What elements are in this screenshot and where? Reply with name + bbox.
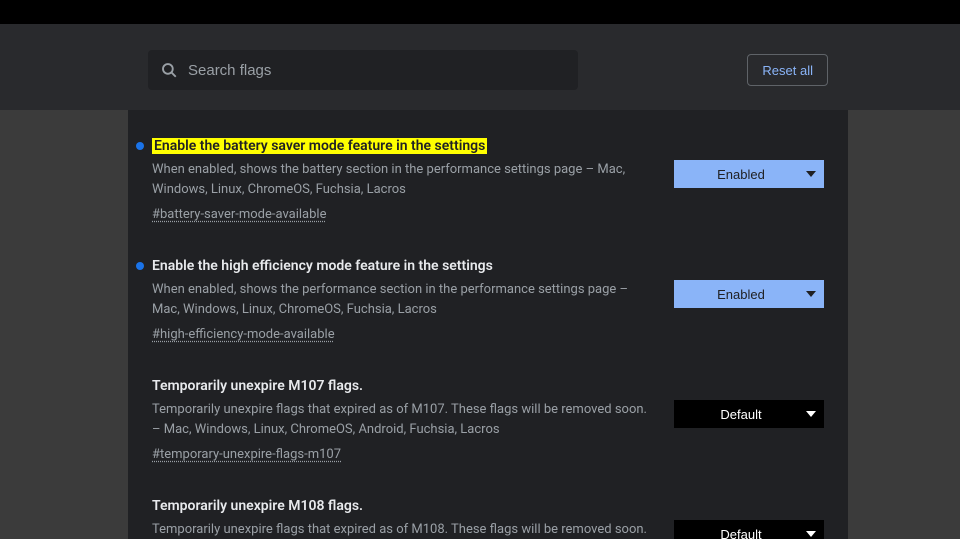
flag-row: Enable the high efficiency mode feature … <box>152 258 824 342</box>
flag-text: Temporarily unexpire M108 flags. Temporar… <box>152 498 650 539</box>
flags-panel: Enable the battery saver mode feature in… <box>128 110 848 539</box>
modified-dot-icon <box>136 142 144 150</box>
search-row: Reset all <box>0 38 960 110</box>
flag-select[interactable]: Default <box>674 520 824 539</box>
flag-select-wrap: Default <box>674 378 824 428</box>
flag-title[interactable]: Enable the battery saver mode feature in… <box>152 138 487 154</box>
header-spacer <box>0 24 960 38</box>
flag-select-wrap: Enabled <box>674 138 824 188</box>
search-icon <box>160 61 178 79</box>
search-input[interactable] <box>148 50 578 90</box>
flag-description: When enabled, shows the battery section … <box>152 160 650 199</box>
flag-text: Enable the high efficiency mode feature … <box>152 258 650 342</box>
flag-title[interactable]: Temporarily unexpire M107 flags. <box>152 378 363 394</box>
window-titlebar <box>0 0 960 24</box>
flag-title-row: Enable the battery saver mode feature in… <box>136 138 650 154</box>
flag-row: Temporarily unexpire M107 flags. Temporar… <box>152 378 824 462</box>
flag-title-row: Temporarily unexpire M107 flags. <box>136 378 650 394</box>
flag-title[interactable]: Temporarily unexpire M108 flags. <box>152 498 363 514</box>
flag-row: Enable the battery saver mode feature in… <box>152 138 824 222</box>
flag-select-wrap: Enabled <box>674 258 824 308</box>
flag-title-row: Temporarily unexpire M108 flags. <box>136 498 650 514</box>
flag-select[interactable]: Enabled <box>674 160 824 188</box>
flag-select[interactable]: Enabled <box>674 280 824 308</box>
flag-description: When enabled, shows the performance sect… <box>152 280 650 319</box>
flag-select[interactable]: Default <box>674 400 824 428</box>
flag-text: Temporarily unexpire M107 flags. Temporar… <box>152 378 650 462</box>
search-wrap <box>148 50 578 90</box>
flag-row: Temporarily unexpire M108 flags. Temporar… <box>152 498 824 539</box>
modified-dot-icon <box>136 262 144 270</box>
flag-title-row: Enable the high efficiency mode feature … <box>136 258 650 274</box>
flag-text: Enable the battery saver mode feature in… <box>152 138 650 222</box>
flag-description: Temporarily unexpire flags that expired … <box>152 520 650 539</box>
reset-all-button[interactable]: Reset all <box>747 54 828 86</box>
flag-hash-link[interactable]: #high-efficiency-mode-available <box>152 327 335 342</box>
flag-description: Temporarily unexpire flags that expired … <box>152 400 650 439</box>
flag-hash-link[interactable]: #temporary-unexpire-flags-m107 <box>152 447 341 462</box>
flag-hash-link[interactable]: #battery-saver-mode-available <box>152 207 326 222</box>
flag-title[interactable]: Enable the high efficiency mode feature … <box>152 258 493 274</box>
flag-select-wrap: Default <box>674 498 824 539</box>
